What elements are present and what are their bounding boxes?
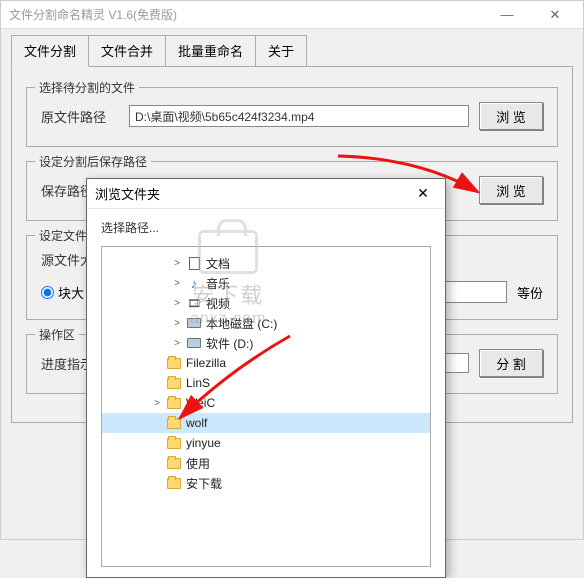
- tree-item-label: 安下载: [186, 475, 222, 492]
- source-path-label: 原文件路径: [41, 107, 119, 126]
- tab-rename[interactable]: 批量重命名: [165, 35, 256, 67]
- tree-item-Filezilla[interactable]: Filezilla: [102, 353, 430, 373]
- dialog-close-button[interactable]: ✕: [409, 183, 437, 205]
- chunk-radio-input[interactable]: [41, 286, 54, 299]
- folder-icon: [166, 476, 182, 490]
- tree-item-label: 视频: [206, 295, 230, 312]
- dialog-title: 浏览文件夹: [95, 184, 160, 203]
- tree-item-label: LinS: [186, 376, 210, 390]
- drive-icon: [186, 316, 202, 330]
- chunk-radio-label: 块大: [58, 283, 84, 302]
- folder-tree[interactable]: > 文档 > ♪ 音乐 > 🎞 视频 > 本地磁盘 (C:) > 软件 (D:) Filezilla Li…: [101, 246, 431, 567]
- expander-icon[interactable]: >: [172, 278, 182, 289]
- document-icon: [186, 256, 202, 270]
- dialog-prompt: 选择路径...: [101, 219, 431, 236]
- tree-item-WeiC[interactable]: > WeiC: [102, 393, 430, 413]
- close-button[interactable]: ✕: [535, 3, 575, 27]
- video-icon: 🎞: [186, 296, 202, 310]
- music-icon: ♪: [186, 276, 202, 290]
- tree-item-label: 使用: [186, 455, 210, 472]
- tree-item-本地磁盘 (C:)[interactable]: > 本地磁盘 (C:): [102, 313, 430, 333]
- expander-icon[interactable]: >: [172, 258, 182, 269]
- tab-split[interactable]: 文件分割: [11, 35, 89, 67]
- tab-merge[interactable]: 文件合并: [88, 35, 166, 67]
- parts-unit: 等份: [517, 283, 543, 302]
- tab-bar: 文件分割 文件合并 批量重命名 关于: [1, 29, 583, 67]
- expander-icon[interactable]: >: [152, 398, 162, 409]
- tree-item-label: 音乐: [206, 275, 230, 292]
- tree-item-label: Filezilla: [186, 356, 226, 370]
- tree-item-label: 软件 (D:): [206, 335, 253, 352]
- tree-item-label: wolf: [186, 416, 207, 430]
- folder-icon: [166, 436, 182, 450]
- browse-source-button[interactable]: 浏 览: [479, 102, 543, 130]
- tab-about[interactable]: 关于: [255, 35, 307, 67]
- tree-item-yinyue[interactable]: yinyue: [102, 433, 430, 453]
- drive-icon: [186, 336, 202, 350]
- tree-item-软件 (D:)[interactable]: > 软件 (D:): [102, 333, 430, 353]
- expander-icon[interactable]: >: [172, 318, 182, 329]
- folder-icon: [166, 456, 182, 470]
- tree-item-label: yinyue: [186, 436, 221, 450]
- tree-item-文档[interactable]: > 文档: [102, 253, 430, 273]
- browse-save-button[interactable]: 浏 览: [479, 176, 543, 204]
- window-title: 文件分割命名精灵 V1.6(免费版): [9, 6, 177, 23]
- expander-icon[interactable]: >: [172, 338, 182, 349]
- folder-icon: [166, 416, 182, 430]
- tree-item-wolf[interactable]: wolf: [102, 413, 430, 433]
- tree-item-使用[interactable]: 使用: [102, 453, 430, 473]
- minimize-button[interactable]: —: [487, 3, 527, 27]
- split-button[interactable]: 分 割: [479, 349, 543, 377]
- tree-item-label: 本地磁盘 (C:): [206, 315, 277, 332]
- tree-item-安下载[interactable]: 安下载: [102, 473, 430, 493]
- group-action-title: 操作区: [35, 326, 79, 343]
- group-source-title: 选择待分割的文件: [35, 79, 139, 96]
- chunk-radio[interactable]: 块大: [41, 283, 84, 302]
- tree-item-音乐[interactable]: > ♪ 音乐: [102, 273, 430, 293]
- folder-icon: [166, 356, 182, 370]
- folder-icon: [166, 396, 182, 410]
- dialog-titlebar: 浏览文件夹 ✕: [87, 179, 445, 209]
- tree-item-视频[interactable]: > 🎞 视频: [102, 293, 430, 313]
- tree-item-label: WeiC: [186, 396, 215, 410]
- group-save-title: 设定分割后保存路径: [35, 153, 151, 170]
- tree-item-LinS[interactable]: LinS: [102, 373, 430, 393]
- titlebar: 文件分割命名精灵 V1.6(免费版) — ✕: [1, 1, 583, 29]
- tree-item-label: 文档: [206, 255, 230, 272]
- browse-folder-dialog: 浏览文件夹 ✕ 选择路径... > 文档 > ♪ 音乐 > 🎞 视频 > 本地磁盘 (C:) > 软件…: [86, 178, 446, 578]
- window-controls: — ✕: [487, 3, 575, 27]
- group-source: 选择待分割的文件 原文件路径 浏 览: [26, 87, 558, 147]
- expander-icon[interactable]: >: [172, 298, 182, 309]
- source-path-input[interactable]: [129, 105, 469, 127]
- folder-icon: [166, 376, 182, 390]
